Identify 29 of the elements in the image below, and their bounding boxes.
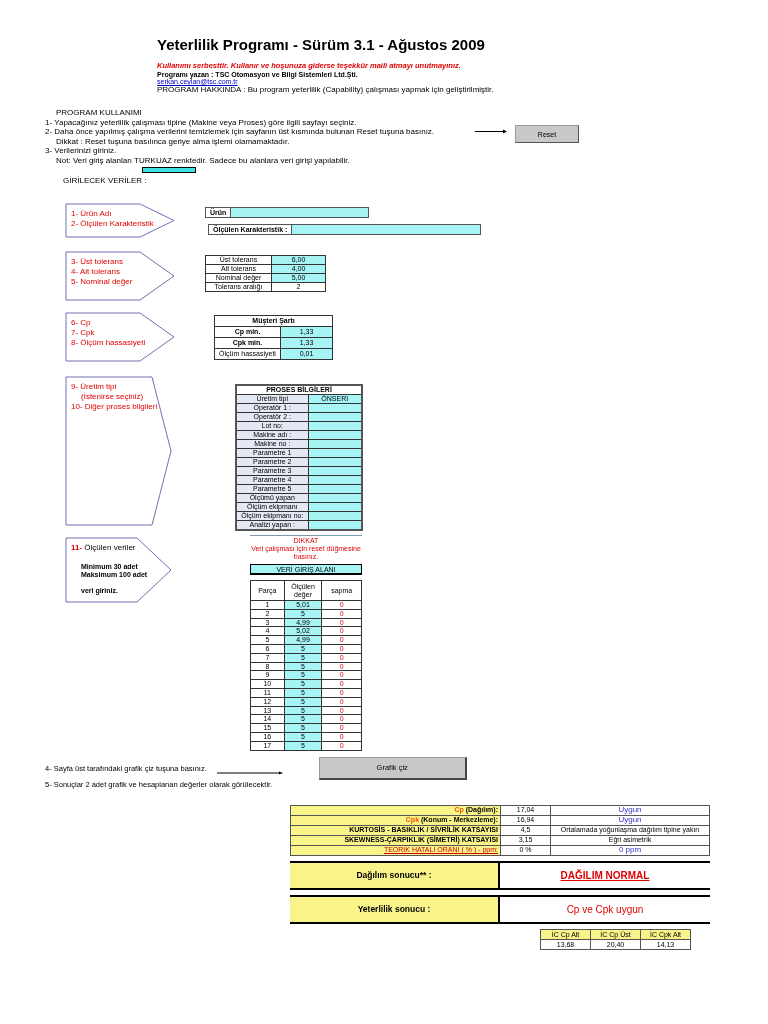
step-label: 6- Cp xyxy=(71,318,91,328)
instruction-text: 2- Daha önce yapılmış çalışma verilerini temizlemek için sayfanın üst kısmında bulunan Reset tuşuna basınız. xyxy=(45,127,435,137)
step-label: 1- Ürün Adı xyxy=(71,209,112,219)
outcome-label: Dağılım sonucu** : xyxy=(290,862,500,888)
step-label: 3- Üst tolerans xyxy=(71,257,124,267)
step-label: (İstenirse seçiniz) xyxy=(81,392,144,402)
step-label: 10- Diğer proses bilgileri xyxy=(71,402,158,412)
step-label: 2- Ölçülen Karakteristik xyxy=(71,219,154,229)
step-label: 8- Ölçüm hassasiyeti xyxy=(71,338,146,348)
about-text: PROGRAM HAKKINDA : Bu program yeterlilik (Capability) çalışması yapmak için geliştirilmiştir. xyxy=(157,85,494,94)
step-label: 5- Nominal değer xyxy=(71,277,133,287)
program-title: Yeterlilik Programı - Sürüm 3.1 - Ağustos 2009 xyxy=(157,36,485,53)
section-heading: GİRİLECEK VERİLER : xyxy=(63,176,147,185)
step-label: 9- Üretim tipi xyxy=(71,382,117,391)
instruction-note: Dikkat : Reset tuşuna basılınca geriye alma işlemi olamamaktadır. xyxy=(56,136,290,146)
outcome-label: Yeterlilik sonucu : xyxy=(290,896,500,922)
instruction-note: Not: Veri giriş alanları TURKUAZ renktedir. Sadece bu alanlara veri girişi yapılabilir. xyxy=(56,155,350,165)
instruction-text: 1- Yapacağınız yeterlilik çalışması tipine (Makine veya Proses) göre ilgili sayfayı seçiniz. xyxy=(45,117,357,127)
step-label: 7- Cpk xyxy=(71,328,95,338)
step-number: 11- xyxy=(71,543,83,552)
result-cell: Uygun xyxy=(550,805,710,816)
step-label: Ölçülen veriler xyxy=(84,543,136,552)
result-cell: Uygun xyxy=(550,815,710,826)
instruction-text: 3- Verilerinizi giriniz. xyxy=(45,146,117,156)
step-label: 4- Alt tolerans xyxy=(71,267,120,277)
outcome-value: Cp ve Cpk uygun xyxy=(566,903,644,915)
result-cell: 0 ppm xyxy=(550,845,710,856)
section-heading: PROGRAM KULLANIMI xyxy=(56,108,142,118)
outcome-value: DAĞILIM NORMAL xyxy=(560,869,650,881)
